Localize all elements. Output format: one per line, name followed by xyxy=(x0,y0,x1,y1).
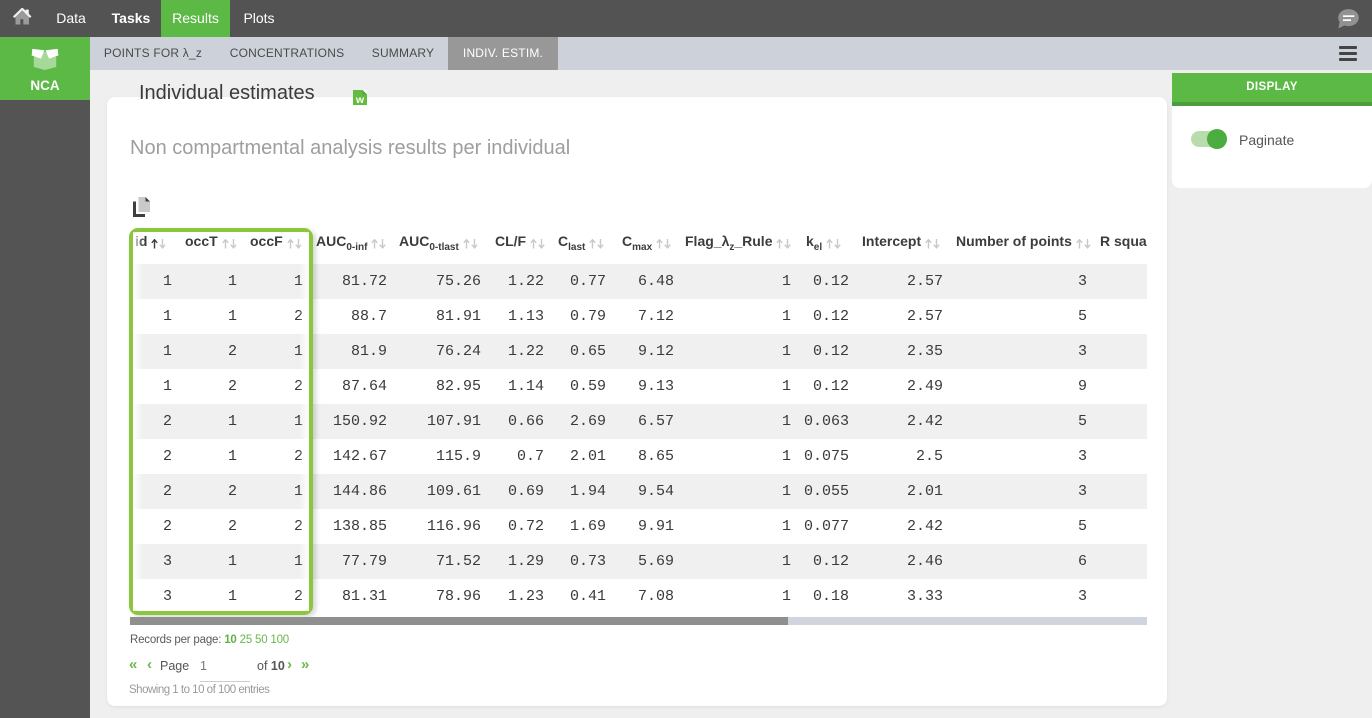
svg-text:w: w xyxy=(355,94,365,105)
